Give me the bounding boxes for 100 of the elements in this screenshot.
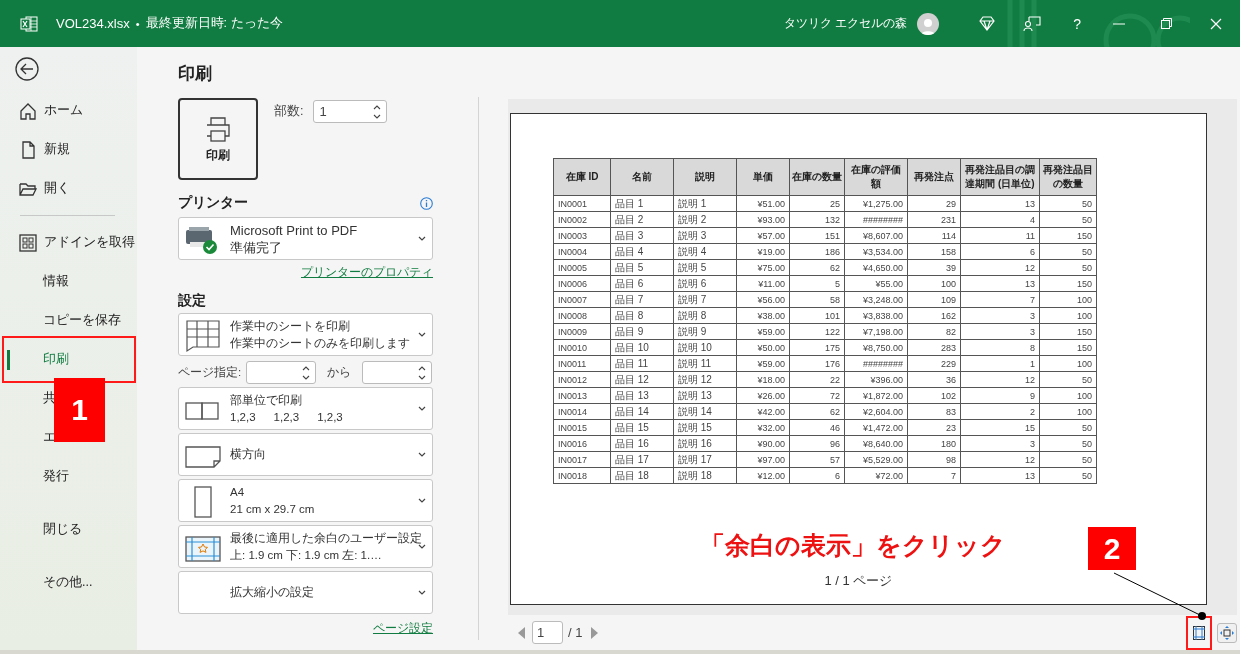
table-cell: 150 [1039,323,1097,340]
zoom-to-page-button[interactable] [1217,622,1237,643]
sidebar-item[interactable]: その他... [43,574,93,591]
setting-dropdown[interactable]: 作業中のシートを印刷 作業中のシートのみを印刷します [178,313,433,356]
table-cell: 50 [1039,195,1097,212]
table-cell: 説明 14 [673,403,737,420]
setting-title: 最後に適用した余白のユーザー設定 [230,530,422,546]
column-header: 名前 [610,158,674,196]
table-cell: 150 [1039,339,1097,356]
column-header: 再発注点 [907,158,961,196]
copies-field[interactable]: 1 [313,100,388,123]
margins-icon [1193,625,1205,640]
table-cell: IN0010 [553,339,611,356]
table-cell: 100 [1039,403,1097,420]
section-heading: プリンター [178,194,248,212]
spinner-arrows-icon[interactable] [302,365,311,380]
printer-properties-link[interactable]: プリンターのプロパティ [301,265,433,280]
spinner-arrows-icon[interactable] [373,104,382,119]
table-cell: 品目 12 [610,371,674,388]
sidebar-item[interactable]: 開く [44,180,70,197]
table-cell: 122 [789,323,845,340]
table-cell: 品目 4 [610,243,674,260]
table-cell: 231 [907,211,961,228]
show-margins-button[interactable] [1186,615,1212,650]
avatar-icon[interactable] [917,12,940,35]
setting-dropdown[interactable]: 最後に適用した余白のユーザー設定 上: 1.9 cm 下: 1.9 cm 左: 1.… [178,525,433,568]
table-cell: 品目 6 [610,275,674,292]
chevron-down-icon [418,236,426,241]
table-cell: 説明 8 [673,307,737,324]
column-header: 再発注品目の数量 [1039,158,1097,196]
table-cell: ¥5,529.00 [844,451,908,468]
chevron-down-icon [418,452,426,457]
table-cell: ¥11.00 [736,275,790,292]
setting-dropdown[interactable]: A4 21 cm x 29.7 cm [178,479,433,522]
table-cell: ######## [844,355,908,372]
page-setup-link[interactable]: ページ設定 [373,621,433,636]
table-cell: 22 [789,371,845,388]
selection-bar [7,350,10,370]
table-cell: 2 [960,403,1040,420]
table-cell: 説明 2 [673,211,737,228]
collate-sequence: 1,2,3 [230,409,256,425]
sidebar-item[interactable]: 共 [43,390,56,407]
setting-title: 作業中のシートを印刷 [230,318,350,334]
setting-description: 作業中のシートのみを印刷します [230,335,410,351]
table-cell: 説明 3 [673,227,737,244]
restore-icon[interactable] [1161,18,1172,29]
setting-dropdown[interactable]: 拡大縮小の設定 [178,571,433,614]
feedback-icon[interactable] [1023,15,1042,32]
sidebar-item[interactable]: 発行 [43,468,69,485]
spinner-arrows-icon[interactable] [418,365,427,380]
help-button[interactable]: ? [1073,15,1081,32]
table-cell: 98 [907,451,961,468]
table-cell: 229 [907,355,961,372]
table-cell: ¥1,275.00 [844,195,908,212]
print-button[interactable]: 印刷 [178,98,258,180]
page-to-field[interactable] [362,361,433,384]
table-cell: 100 [1039,355,1097,372]
sidebar-item[interactable]: 新規 [44,141,70,158]
diamond-icon[interactable] [979,16,996,31]
table-cell: ¥72.00 [844,467,908,484]
fit-page-icon [1220,625,1234,640]
info-icon[interactable] [420,196,433,210]
sidebar-item[interactable]: 情報 [43,273,69,290]
table-cell: 180 [907,435,961,452]
next-page-icon[interactable] [590,626,599,639]
table-cell: IN0015 [553,419,611,436]
table-cell: 説明 16 [673,435,737,452]
close-icon[interactable] [1210,17,1222,30]
page-from-field[interactable] [246,361,317,384]
table-cell: 品目 7 [610,291,674,308]
previous-page-icon[interactable] [518,626,526,639]
table-cell: 説明 18 [673,467,737,484]
copies-label: 部数: [274,103,304,120]
table-cell: 7 [960,291,1040,308]
table-cell: 175 [789,339,845,356]
sidebar-item[interactable]: コピーを保存 [43,312,121,329]
printer-icon [204,115,232,142]
sidebar-item[interactable]: 印刷 [43,351,69,368]
minimize-icon[interactable] [1113,22,1125,25]
table-cell: 100 [907,275,961,292]
sidebar-item[interactable]: ホーム [44,102,83,119]
table-cell: 162 [907,307,961,324]
table-cell: 説明 1 [673,195,737,212]
table-cell: 5 [789,275,845,292]
sidebar-item[interactable]: アドインを取得 [44,234,135,251]
user-name: タツリク エクセルの森 [783,15,908,32]
title-separator: • [135,17,140,30]
sidebar-item[interactable]: 閉じる [43,521,82,538]
table-cell: ¥75.00 [736,259,790,276]
step-badge: 1 [54,378,105,442]
table-cell: 品目 5 [610,259,674,276]
table-cell: 46 [789,419,845,436]
table-cell: 23 [907,419,961,436]
setting-dropdown[interactable]: 横方向 [178,433,433,476]
table-cell: 6 [960,243,1040,260]
page-number-field[interactable]: 1 [532,621,563,644]
table-cell: 4 [960,211,1040,228]
printer-dropdown[interactable]: Microsoft Print to PDF 準備完了 [178,217,433,260]
setting-dropdown[interactable]: 部単位で印刷 1,2,3 1,2,3 1,2,3 [178,387,433,430]
table-cell: 29 [907,195,961,212]
